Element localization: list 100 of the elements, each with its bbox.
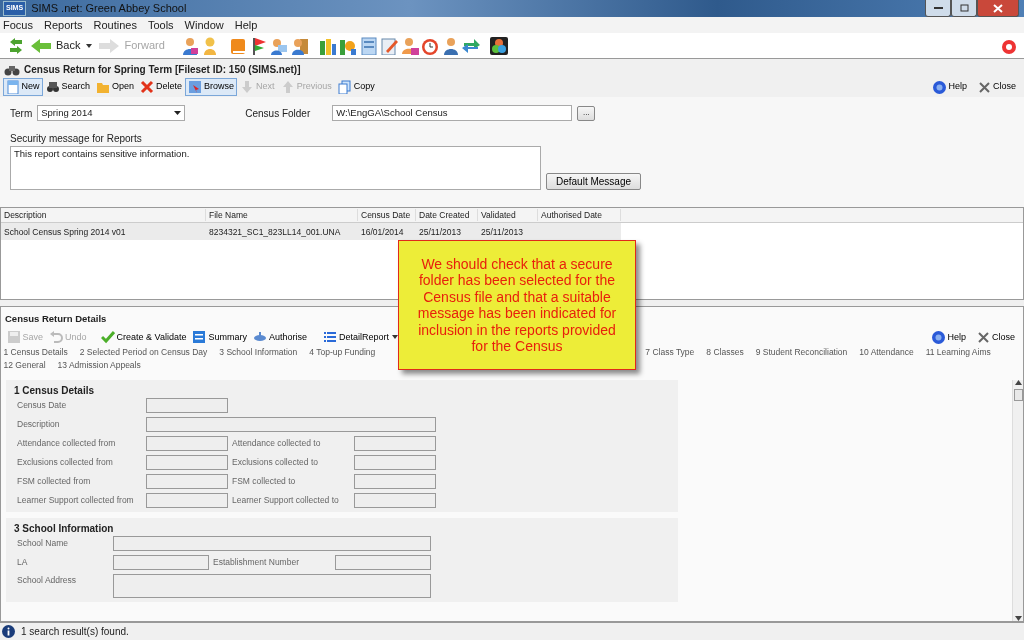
close-icon xyxy=(978,80,991,94)
toolbar-button[interactable]: Search xyxy=(42,78,94,96)
section-link[interactable]: 12 General xyxy=(3,359,46,372)
section-link[interactable]: 10 Attendance xyxy=(859,346,914,359)
toolbar-button[interactable]: Delete xyxy=(137,78,186,96)
input-field[interactable] xyxy=(354,473,436,489)
delete-icon xyxy=(140,80,155,94)
field-label: FSM collected from xyxy=(17,474,92,488)
input-field[interactable] xyxy=(335,554,431,570)
section-link[interactable]: 7 Class Type xyxy=(645,346,695,359)
section-link[interactable]: 13 Admission Appeals xyxy=(57,359,141,372)
field-label: Learner Support collected to xyxy=(232,493,340,507)
tick-icon xyxy=(100,330,115,345)
toolbar-button[interactable]: Copy xyxy=(334,78,378,96)
column-header[interactable]: Authorised Date xyxy=(538,209,621,221)
back-button[interactable]: Back xyxy=(30,37,81,54)
toolbar-button[interactable]: Summary xyxy=(189,328,250,347)
default-message-button[interactable]: Default Message xyxy=(546,173,641,190)
copy-icon xyxy=(337,80,352,94)
menu-item[interactable]: Tools xyxy=(147,16,174,34)
menu-item[interactable]: Reports xyxy=(43,16,83,34)
folder-field[interactable]: W:\EngGA\School Census xyxy=(332,105,573,121)
input-field[interactable] xyxy=(354,454,436,470)
menu-item[interactable]: Focus xyxy=(3,16,33,34)
document-icon[interactable] xyxy=(380,36,399,55)
field-label: Attendance collected to xyxy=(232,436,322,450)
field-label: Census Folder xyxy=(245,106,311,121)
undo-icon xyxy=(49,330,63,345)
person-icon[interactable] xyxy=(441,36,460,55)
scroll-thumb[interactable] xyxy=(1013,388,1023,401)
input-field[interactable] xyxy=(146,435,228,451)
toolbar-button[interactable]: New xyxy=(2,78,43,96)
arrow-icon xyxy=(1014,616,1022,621)
menu-item[interactable]: Help xyxy=(234,16,258,34)
section-link[interactable]: 3 School Information xyxy=(219,346,298,359)
toolbar-button[interactable]: DetailReport xyxy=(319,328,392,347)
section-link[interactable]: 8 Classes xyxy=(706,346,744,359)
field-label: School Name xyxy=(17,536,70,550)
binoculars-icon xyxy=(45,80,60,94)
input-field[interactable] xyxy=(113,554,209,570)
minimize-button[interactable] xyxy=(925,0,951,17)
close-button[interactable]: Close xyxy=(974,328,1018,346)
close-button[interactable]: Close xyxy=(975,78,1019,96)
column-header[interactable]: File Name xyxy=(206,209,358,221)
field-label: Term xyxy=(10,106,33,121)
section-link[interactable]: 9 Student Reconciliation xyxy=(755,346,848,359)
toolbar-button[interactable]: Browse xyxy=(185,78,238,96)
caret-icon xyxy=(86,43,93,48)
toolbar-button[interactable]: Authorise xyxy=(249,328,310,347)
field-label: Description xyxy=(17,417,61,431)
person-icon[interactable] xyxy=(180,36,199,55)
field-label: Attendance collected from xyxy=(17,436,117,450)
restore-button[interactable] xyxy=(951,0,977,17)
person-icon[interactable] xyxy=(290,36,309,55)
toolbar-button[interactable]: Open xyxy=(93,78,138,96)
toolbar-button[interactable]: Create & Validate xyxy=(97,328,190,347)
input-field[interactable] xyxy=(113,573,431,598)
field-label: Learner Support collected from xyxy=(17,493,135,507)
help-button[interactable]: Help xyxy=(929,328,969,346)
input-field[interactable] xyxy=(146,416,436,432)
panel-title: Census Return Details xyxy=(5,313,107,324)
arrows-icon[interactable] xyxy=(462,36,481,55)
scrollbar[interactable] xyxy=(1012,379,1023,621)
circles-icon[interactable] xyxy=(490,36,509,55)
close-icon xyxy=(993,3,1003,13)
column-header[interactable]: Census Date xyxy=(358,209,416,221)
menu-item[interactable]: Routines xyxy=(93,16,137,34)
chart-icon[interactable] xyxy=(318,36,337,55)
field-label: Census Date xyxy=(17,398,68,412)
message-field[interactable]: This report contains sensitive information. xyxy=(10,146,541,190)
document-icon[interactable] xyxy=(359,36,378,55)
input-field[interactable] xyxy=(113,535,431,551)
input-field[interactable] xyxy=(146,473,228,489)
column-header[interactable]: Date Created xyxy=(416,209,478,221)
section-link[interactable]: 2 Selected Period on Census Day xyxy=(79,346,208,359)
field-label: School Address xyxy=(17,573,78,587)
input-field[interactable] xyxy=(354,435,436,451)
section-link[interactable]: 1 Census Details xyxy=(3,346,68,359)
menu-item[interactable]: Window xyxy=(184,16,224,34)
browse-button[interactable]: ... xyxy=(577,105,596,121)
input-field[interactable] xyxy=(146,454,228,470)
section-link[interactable]: 11 Learning Aims xyxy=(925,346,991,359)
field-label: Establishment Number xyxy=(213,555,300,569)
close-button[interactable] xyxy=(977,0,1019,17)
minimize-icon xyxy=(933,6,943,10)
section-link[interactable]: 4 Top-up Funding xyxy=(309,346,376,359)
person-icon[interactable] xyxy=(270,36,289,55)
input-field[interactable] xyxy=(354,492,436,508)
help-icon xyxy=(933,80,947,94)
column-header[interactable]: Description xyxy=(1,209,206,221)
browse-icon xyxy=(188,80,203,94)
help-button[interactable]: Help xyxy=(930,78,970,96)
table-row[interactable]: School Census Spring 2014 v01 8234321_SC1_823LL14_001.UNA 16/01/2014 25/11/2013 25/11/2013 xyxy=(1,223,621,240)
clock-icon[interactable] xyxy=(421,36,440,55)
person-icon[interactable] xyxy=(400,36,419,55)
column-header[interactable]: Validated xyxy=(478,209,538,221)
term-dropdown[interactable]: Spring 2014 xyxy=(37,105,186,121)
input-field[interactable] xyxy=(146,492,228,508)
field-label: Security message for Reports xyxy=(10,132,143,146)
input-field[interactable] xyxy=(146,397,228,413)
